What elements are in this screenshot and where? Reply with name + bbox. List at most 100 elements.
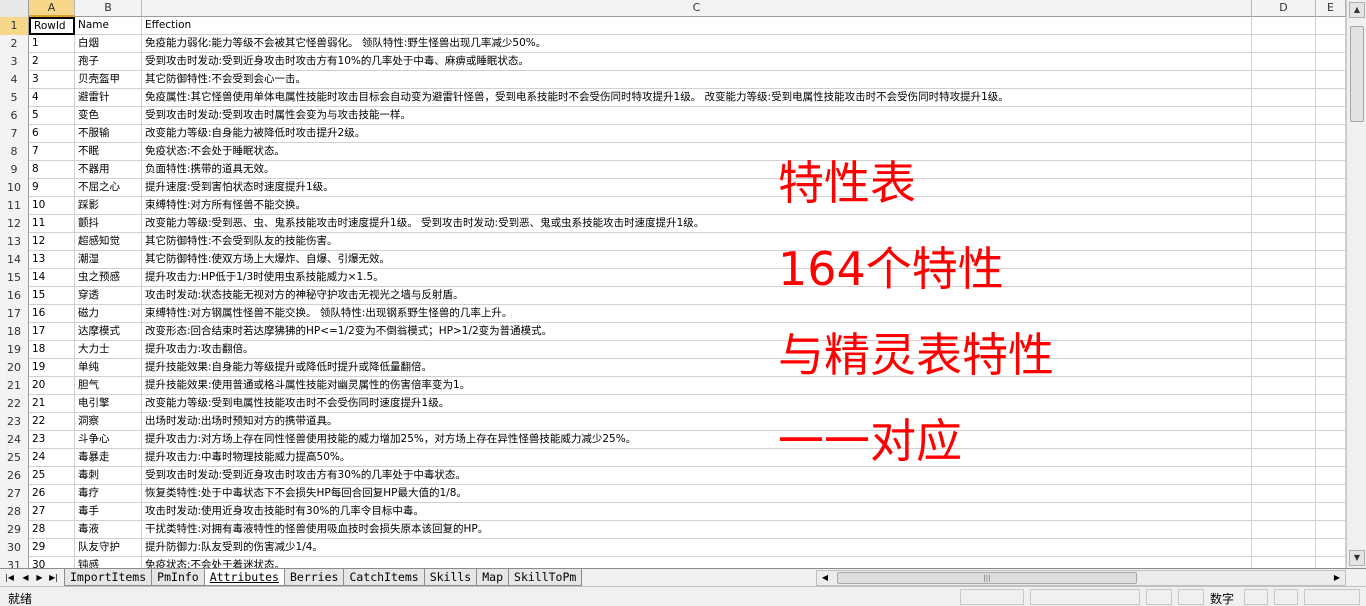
cell-b[interactable]: 胆气 bbox=[75, 377, 142, 395]
cell-a[interactable]: 25 bbox=[29, 467, 75, 485]
cell-b[interactable]: 洞察 bbox=[75, 413, 142, 431]
cell-b[interactable]: 穿透 bbox=[75, 287, 142, 305]
cell-b[interactable]: 不器用 bbox=[75, 161, 142, 179]
cell-e[interactable] bbox=[1316, 557, 1346, 568]
cell-e[interactable] bbox=[1316, 359, 1346, 377]
cell-e[interactable] bbox=[1316, 89, 1346, 107]
row-header[interactable]: 19 bbox=[0, 341, 29, 359]
row-header[interactable]: 11 bbox=[0, 197, 29, 215]
cell-e[interactable] bbox=[1316, 485, 1346, 503]
row-header[interactable]: 29 bbox=[0, 521, 29, 539]
cell-c[interactable]: 免疫属性:其它怪兽使用单体电属性技能时攻击目标会自动变为避雷针怪兽，受到电系技能… bbox=[142, 89, 1252, 107]
cell-b[interactable]: 达摩模式 bbox=[75, 323, 142, 341]
cell-e[interactable] bbox=[1316, 431, 1346, 449]
cell-b[interactable]: 不眠 bbox=[75, 143, 142, 161]
cell-c[interactable]: 免疫状态:不会处于睡眠状态。 bbox=[142, 143, 1252, 161]
cell-b[interactable]: 踩影 bbox=[75, 197, 142, 215]
row-header[interactable]: 30 bbox=[0, 539, 29, 557]
sheet-tab[interactable]: ImportItems bbox=[64, 569, 153, 586]
row-header[interactable]: 22 bbox=[0, 395, 29, 413]
cell-c[interactable]: 出场时发动:出场时预知对方的携带道具。 bbox=[142, 413, 1252, 431]
row-header[interactable]: 20 bbox=[0, 359, 29, 377]
cell-c[interactable]: 改变能力等级:受到恶、虫、鬼系技能攻击时速度提升1级。 受到攻击时发动:受到恶、… bbox=[142, 215, 1252, 233]
cell-a[interactable]: 17 bbox=[29, 323, 75, 341]
cell-a[interactable]: 28 bbox=[29, 521, 75, 539]
cell-e[interactable] bbox=[1316, 179, 1346, 197]
cell-c[interactable]: Effection bbox=[142, 17, 1252, 35]
cell-d[interactable] bbox=[1252, 305, 1316, 323]
cell-b[interactable]: 磁力 bbox=[75, 305, 142, 323]
cell-b[interactable]: 颤抖 bbox=[75, 215, 142, 233]
row-header[interactable]: 13 bbox=[0, 233, 29, 251]
cell-b[interactable]: 毒刺 bbox=[75, 467, 142, 485]
sheet-tab[interactable]: Berries bbox=[283, 569, 345, 586]
cell-d[interactable] bbox=[1252, 467, 1316, 485]
scroll-left-icon[interactable]: ◀ bbox=[818, 571, 832, 585]
row-header[interactable]: 10 bbox=[0, 179, 29, 197]
row-header[interactable]: 1 bbox=[0, 17, 29, 35]
cell-e[interactable] bbox=[1316, 503, 1346, 521]
cell-e[interactable] bbox=[1316, 323, 1346, 341]
cell-b[interactable]: 毒暴走 bbox=[75, 449, 142, 467]
cell-b[interactable]: 毒手 bbox=[75, 503, 142, 521]
cell-c[interactable]: 提升技能效果:自身能力等级提升或降低时提升或降低量翻倍。 bbox=[142, 359, 1252, 377]
cell-d[interactable] bbox=[1252, 215, 1316, 233]
row-header[interactable]: 4 bbox=[0, 71, 29, 89]
cell-c[interactable]: 免疫状态:不会处于着迷状态。 bbox=[142, 557, 1252, 568]
cell-b[interactable]: 贝壳盔甲 bbox=[75, 71, 142, 89]
cell-a[interactable]: 24 bbox=[29, 449, 75, 467]
scroll-down-icon[interactable]: ▼ bbox=[1349, 550, 1365, 566]
cell-d[interactable] bbox=[1252, 197, 1316, 215]
cell-e[interactable] bbox=[1316, 17, 1346, 35]
row-header[interactable]: 26 bbox=[0, 467, 29, 485]
cell-d[interactable] bbox=[1252, 521, 1316, 539]
cell-e[interactable] bbox=[1316, 377, 1346, 395]
cell-d[interactable] bbox=[1252, 269, 1316, 287]
cell-d[interactable] bbox=[1252, 35, 1316, 53]
cell-b[interactable]: 毒疗 bbox=[75, 485, 142, 503]
cell-d[interactable] bbox=[1252, 503, 1316, 521]
row-header[interactable]: 5 bbox=[0, 89, 29, 107]
row-header[interactable]: 7 bbox=[0, 125, 29, 143]
cell-e[interactable] bbox=[1316, 35, 1346, 53]
cell-b[interactable]: 潮湿 bbox=[75, 251, 142, 269]
cell-b[interactable]: 孢子 bbox=[75, 53, 142, 71]
cell-d[interactable] bbox=[1252, 71, 1316, 89]
cell-d[interactable] bbox=[1252, 557, 1316, 568]
cell-a[interactable]: 23 bbox=[29, 431, 75, 449]
cell-e[interactable] bbox=[1316, 395, 1346, 413]
cell-e[interactable] bbox=[1316, 107, 1346, 125]
cell-e[interactable] bbox=[1316, 467, 1346, 485]
cell-c[interactable]: 提升攻击力:中毒时物理技能威力提高50%。 bbox=[142, 449, 1252, 467]
row-header[interactable]: 24 bbox=[0, 431, 29, 449]
cell-e[interactable] bbox=[1316, 269, 1346, 287]
row-header[interactable]: 2 bbox=[0, 35, 29, 53]
cell-a[interactable]: 12 bbox=[29, 233, 75, 251]
cell-e[interactable] bbox=[1316, 251, 1346, 269]
cell-a[interactable]: 8 bbox=[29, 161, 75, 179]
cell-c[interactable]: 攻击时发动:使用近身攻击技能时有30%的几率令目标中毒。 bbox=[142, 503, 1252, 521]
cell-b[interactable]: 钝感 bbox=[75, 557, 142, 568]
cell-c[interactable]: 其它防御特性:不会受到会心一击。 bbox=[142, 71, 1252, 89]
cell-a[interactable]: 16 bbox=[29, 305, 75, 323]
cell-c[interactable]: 改变能力等级:受到电属性技能攻击时不会受伤同时速度提升1级。 bbox=[142, 395, 1252, 413]
cell-c[interactable]: 免疫能力弱化:能力等级不会被其它怪兽弱化。 领队特性:野生怪兽出现几率减少50%… bbox=[142, 35, 1252, 53]
prev-sheet-icon[interactable]: ◀ bbox=[19, 570, 32, 585]
cell-b[interactable]: 不屈之心 bbox=[75, 179, 142, 197]
cell-d[interactable] bbox=[1252, 395, 1316, 413]
cell-e[interactable] bbox=[1316, 53, 1346, 71]
cell-c[interactable]: 提升攻击力:HP低于1/3时使用虫系技能威力×1.5。 bbox=[142, 269, 1252, 287]
cell-b[interactable]: 大力士 bbox=[75, 341, 142, 359]
cell-a[interactable]: 4 bbox=[29, 89, 75, 107]
cell-c[interactable]: 提升技能效果:使用普通或格斗属性技能对幽灵属性的伤害倍率变为1。 bbox=[142, 377, 1252, 395]
select-all-corner[interactable] bbox=[0, 0, 29, 17]
horizontal-scrollbar[interactable]: ◀ ||| ▶ bbox=[816, 570, 1346, 586]
cell-c[interactable]: 束缚特性:对方所有怪兽不能交换。 bbox=[142, 197, 1252, 215]
cell-c[interactable]: 干扰类特性:对拥有毒液特性的怪兽使用吸血技时会损失原本该回复的HP。 bbox=[142, 521, 1252, 539]
cell-d[interactable] bbox=[1252, 143, 1316, 161]
cell-d[interactable] bbox=[1252, 125, 1316, 143]
cell-d[interactable] bbox=[1252, 161, 1316, 179]
cell-c[interactable]: 改变能力等级:自身能力被降低时攻击提升2级。 bbox=[142, 125, 1252, 143]
cell-d[interactable] bbox=[1252, 341, 1316, 359]
cell-a[interactable]: 19 bbox=[29, 359, 75, 377]
